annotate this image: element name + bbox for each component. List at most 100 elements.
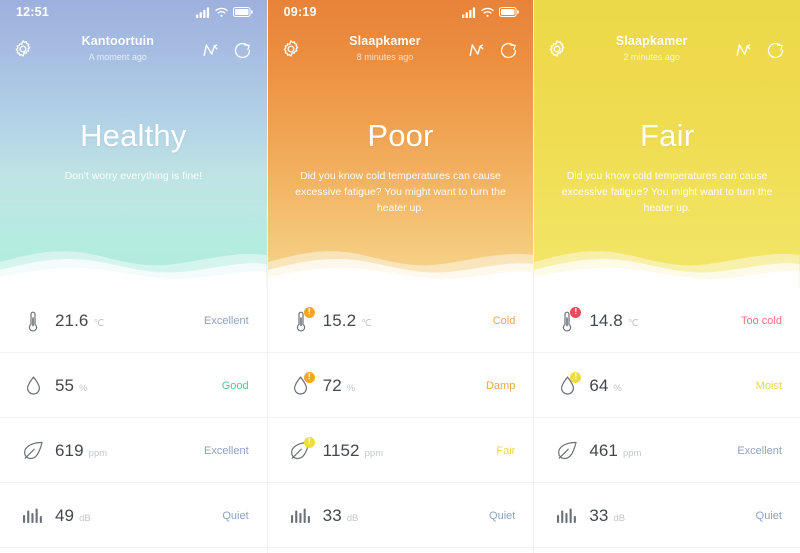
air-quality-tip: Did you know cold temperatures can cause… — [295, 170, 506, 214]
status-bar: 09:19 — [268, 0, 534, 24]
metric-quality-label: Quiet — [755, 509, 782, 522]
app-header: Slaapkamer 8 minutes ago — [268, 24, 534, 76]
graph-line-icon[interactable] — [200, 40, 221, 60]
metric-unit: ℃ — [627, 317, 639, 329]
room-name: Slaapkamer — [615, 34, 688, 48]
metric-unit: % — [79, 382, 88, 394]
room-title-block: Kantoortuin A moment ago — [36, 34, 200, 66]
metric-row[interactable]: ! 64 % Moist — [534, 353, 800, 418]
metric-value-group: 33 dB — [323, 506, 489, 526]
metric-value: 1152 — [322, 440, 360, 460]
metric-value-group: 461 ppm — [589, 441, 737, 461]
signal-icon — [462, 6, 476, 18]
metrics-list: ! 15.2 ℃ Cold ! 72 % Damp ! 1152 ppm Fai… — [267, 288, 534, 548]
last-updated: 8 minutes ago — [356, 52, 414, 62]
graph-line-icon[interactable] — [733, 40, 754, 60]
app-header: Kantoortuin A moment ago — [0, 24, 267, 76]
metric-row[interactable]: 461 ppm Excellent — [534, 418, 800, 483]
warning-badge: ! — [303, 306, 315, 318]
hero-gradient: 09:19 Slaapkamer 8 minutes ago Poor Did … — [267, 0, 534, 288]
metric-unit: ppm — [364, 447, 384, 459]
metric-quality-label: Too cold — [740, 314, 782, 327]
warning-badge: ! — [570, 306, 582, 318]
battery-icon — [499, 7, 520, 17]
sound-bars-icon — [20, 503, 46, 529]
hero-status-block: Fair Did you know cold temperatures can … — [534, 118, 800, 216]
metric-row[interactable]: 49 dB Quiet — [0, 483, 267, 548]
metric-row[interactable]: ! 72 % Damp — [267, 353, 534, 418]
metric-row[interactable]: 33 dB Quiet — [534, 483, 800, 548]
last-updated: 2 minutes ago — [623, 52, 680, 62]
metric-value-group: 15.2 ℃ — [323, 311, 493, 331]
graph-line-icon[interactable] — [466, 40, 487, 60]
metric-value-group: 72 % — [323, 376, 486, 396]
hero-gradient: Slaapkamer 2 minutes ago Fair Did you kn… — [534, 0, 800, 288]
room-title-block: Slaapkamer 8 minutes ago — [304, 34, 467, 66]
gear-icon[interactable] — [12, 38, 36, 62]
refresh-icon[interactable] — [498, 40, 519, 61]
metric-value: 64 — [589, 375, 609, 395]
metric-row[interactable]: ! 14.8 ℃ Too cold — [534, 288, 800, 353]
system-icons — [195, 6, 253, 18]
gear-icon[interactable] — [546, 38, 570, 62]
gear-icon[interactable] — [280, 38, 304, 62]
droplet-icon: ! — [288, 371, 315, 399]
metric-value-group: 49 dB — [55, 506, 222, 526]
status-clock: 09:19 — [283, 5, 317, 19]
metric-value: 461 — [589, 440, 618, 460]
metric-row[interactable]: ! 15.2 ℃ Cold — [267, 288, 534, 353]
warning-badge: ! — [570, 371, 582, 383]
metric-row[interactable]: 619 ppm Excellent — [0, 418, 267, 483]
metric-quality-label: Damp — [485, 379, 516, 392]
thermometer-icon — [20, 308, 46, 334]
status-bar: 12:51 — [0, 0, 267, 24]
wave-divider — [0, 228, 267, 288]
signal-icon — [195, 6, 210, 18]
wifi-icon — [481, 7, 495, 18]
air-quality-status: Poor — [367, 118, 434, 153]
refresh-icon[interactable] — [765, 40, 786, 61]
header-actions — [466, 40, 519, 61]
metric-value: 49 — [55, 505, 75, 525]
leaf-icon — [554, 438, 580, 464]
metric-quality-label: Cold — [492, 314, 516, 327]
metric-value: 33 — [589, 505, 609, 525]
metric-unit: dB — [346, 512, 359, 524]
metrics-list: 21.6 ℃ Excellent 55 % Good 619 ppm Excel… — [0, 288, 267, 548]
air-quality-status: Healthy — [80, 118, 187, 153]
metric-value: 619 — [55, 440, 84, 460]
header-actions — [200, 40, 253, 61]
metric-value-group: 64 % — [589, 376, 755, 396]
refresh-icon[interactable] — [232, 40, 253, 61]
metric-value-group: 619 ppm — [55, 441, 204, 461]
metric-quality-label: Excellent — [204, 314, 249, 327]
metric-quality-label: Moist — [755, 379, 782, 392]
metric-quality-label: Fair — [496, 444, 516, 457]
hero-status-block: Healthy Don't worry everything is fine! — [0, 118, 267, 184]
system-icons — [462, 6, 520, 18]
metric-value-group: 14.8 ℃ — [589, 311, 741, 331]
metric-unit: ℃ — [361, 317, 372, 329]
app-screens: 12:51 Kantoortuin A moment ago Healthy D… — [0, 0, 800, 553]
panel-healthy: 12:51 Kantoortuin A moment ago Healthy D… — [0, 0, 267, 553]
metric-value: 14.8 — [589, 310, 623, 330]
metric-quality-label: Excellent — [204, 444, 249, 457]
metric-row[interactable]: 55 % Good — [0, 353, 267, 418]
metric-value-group: 1152 ppm — [323, 441, 497, 461]
leaf-icon — [20, 438, 46, 464]
wave-divider — [267, 228, 534, 288]
metric-row[interactable]: 33 dB Quiet — [267, 483, 534, 548]
metric-row[interactable]: ! 1152 ppm Fair — [267, 418, 534, 483]
metric-quality-label: Quiet — [222, 509, 249, 522]
app-header: Slaapkamer 2 minutes ago — [534, 24, 800, 76]
metric-value-group: 33 dB — [589, 506, 755, 526]
warning-badge: ! — [303, 436, 315, 448]
air-quality-tip: Did you know cold temperatures can cause… — [561, 170, 773, 214]
sound-bars-icon — [288, 503, 314, 529]
metric-unit: dB — [79, 512, 91, 524]
last-updated: A moment ago — [88, 52, 147, 62]
air-quality-status: Fair — [640, 118, 695, 153]
metric-row[interactable]: 21.6 ℃ Excellent — [0, 288, 267, 353]
droplet-icon: ! — [554, 371, 582, 399]
metric-unit: % — [346, 382, 356, 394]
